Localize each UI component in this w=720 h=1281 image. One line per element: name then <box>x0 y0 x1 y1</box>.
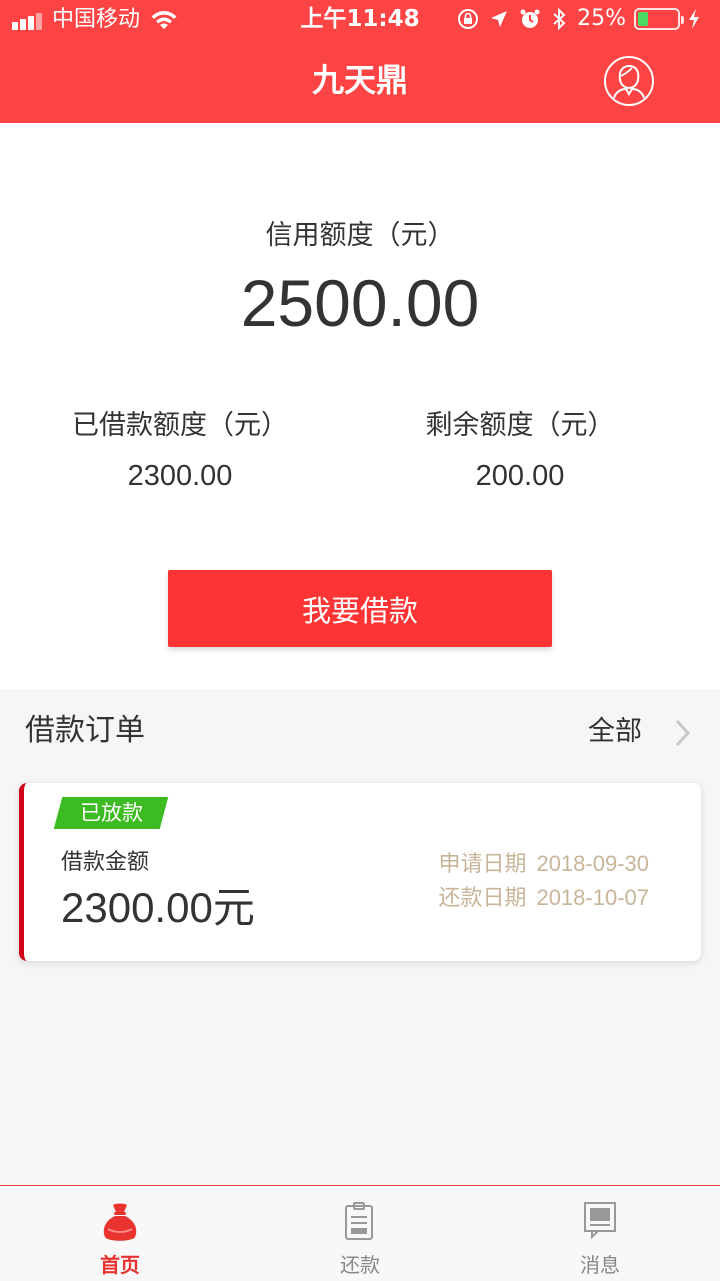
credit-limit-label: 信用额度（元） <box>265 220 455 251</box>
remaining-limit-value: 200.00 <box>475 460 565 492</box>
battery-icon <box>634 8 684 30</box>
tab-repay-label: 还款 <box>340 1253 380 1277</box>
charging-icon <box>689 9 699 29</box>
orders-all-link[interactable]: 全部 <box>588 714 642 750</box>
clipboard-icon <box>345 1202 373 1240</box>
order-status-badge: 已放款 <box>53 797 169 829</box>
remaining-limit: 剩余额度（元） 200.00 <box>340 408 700 494</box>
tab-home[interactable]: 首页 <box>0 1186 240 1281</box>
message-icon <box>584 1202 616 1239</box>
apply-date-value: 2018-09-30 <box>536 851 649 876</box>
repay-date-label: 还款日期 <box>438 886 527 911</box>
order-amount-label: 借款金额 <box>61 850 150 875</box>
rotation-lock-icon <box>458 9 479 29</box>
apply-date-row: 申请日期 2018-09-30 <box>438 847 649 881</box>
location-icon <box>491 11 508 27</box>
status-bar: 中国移动 上午11:48 25% <box>0 0 720 40</box>
bluetooth-icon <box>553 7 566 31</box>
remaining-limit-label: 剩余额度（元） <box>425 410 615 441</box>
money-bag-icon <box>103 1203 137 1241</box>
repay-date-value: 2018-10-07 <box>536 885 649 910</box>
tab-home-label: 首页 <box>100 1253 140 1277</box>
orders-title: 借款订单 <box>25 713 145 748</box>
borrowed-limit: 已借款额度（元） 2300.00 <box>0 408 360 494</box>
apply-date-label: 申请日期 <box>438 852 527 877</box>
app-header: 中国移动 上午11:48 25% 九天鼎 <box>0 0 720 123</box>
tab-messages[interactable]: 消息 <box>480 1186 720 1281</box>
credit-limit-value: 2500.00 <box>240 266 480 340</box>
bottom-tab-bar: 首页 还款 消息 <box>0 1185 720 1280</box>
battery-level <box>638 12 648 26</box>
order-amount: 2300.00元 <box>61 884 255 931</box>
user-avatar-icon[interactable] <box>604 56 654 106</box>
battery-percent: 25% <box>577 6 626 31</box>
borrow-button[interactable]: 我要借款 <box>168 570 552 647</box>
tab-messages-label: 消息 <box>580 1253 620 1277</box>
borrowed-limit-label: 已借款额度（元） <box>72 410 288 441</box>
repay-date-row: 还款日期 2018-10-07 <box>438 881 649 915</box>
tab-repay[interactable]: 还款 <box>240 1186 480 1281</box>
credit-panel: 信用额度（元） 2500.00 已借款额度（元） 2300.00 剩余额度（元）… <box>0 123 720 689</box>
alarm-icon <box>520 9 540 28</box>
order-dates: 申请日期 2018-09-30 还款日期 2018-10-07 <box>438 847 649 915</box>
borrowed-limit-value: 2300.00 <box>127 460 233 492</box>
status-right: 25% <box>457 6 710 32</box>
order-card[interactable]: 已放款 借款金额 2300.00元 申请日期 2018-09-30 还款日期 201… <box>19 783 701 961</box>
chevron-right-icon[interactable] <box>674 718 692 748</box>
